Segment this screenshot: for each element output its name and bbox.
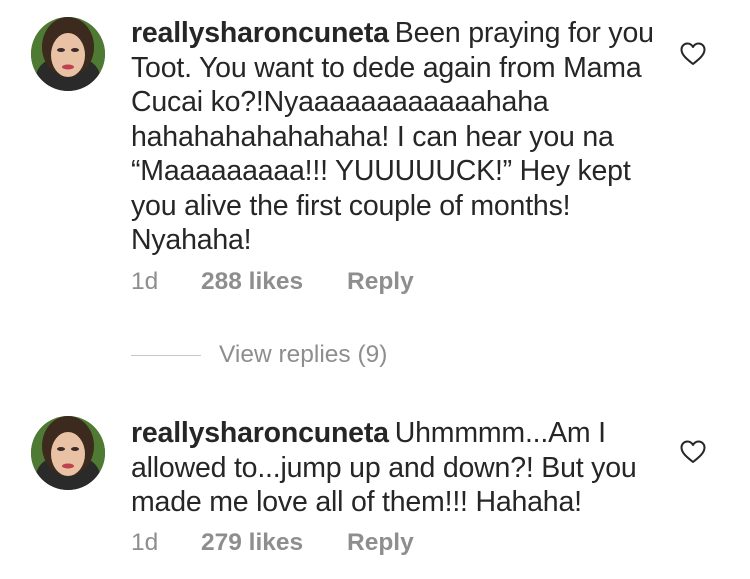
comment-likes[interactable]: 288 likes: [201, 268, 347, 296]
avatar[interactable]: [31, 17, 105, 91]
divider-line: [131, 354, 201, 356]
comment-likes[interactable]: 279 likes: [201, 529, 347, 557]
comment-username[interactable]: reallysharoncuneta: [131, 417, 389, 449]
view-replies-label: View replies (9): [219, 341, 388, 368]
comment-timestamp: 1d: [131, 268, 159, 295]
avatar[interactable]: [31, 416, 105, 490]
comment-meta: 1d 288 likes Reply: [131, 268, 414, 296]
reply-button[interactable]: Reply: [347, 268, 414, 296]
like-heart-icon[interactable]: [680, 42, 706, 66]
like-heart-icon[interactable]: [680, 440, 706, 464]
comment-body: reallysharoncuneta Been praying for you T…: [131, 16, 661, 258]
comment-body: reallysharoncuneta Uhmmmm...Am I allowed …: [131, 416, 661, 520]
reply-button[interactable]: Reply: [347, 529, 414, 557]
view-replies-button[interactable]: View replies (9): [131, 340, 387, 370]
comment-timestamp: 1d: [131, 529, 159, 556]
comment-text: Been praying for you Toot. You want to d…: [131, 17, 654, 256]
avatar-photo: [31, 416, 105, 490]
comment-username[interactable]: reallysharoncuneta: [131, 17, 389, 49]
comment-meta: 1d 279 likes Reply: [131, 529, 414, 557]
avatar-photo: [31, 17, 105, 91]
